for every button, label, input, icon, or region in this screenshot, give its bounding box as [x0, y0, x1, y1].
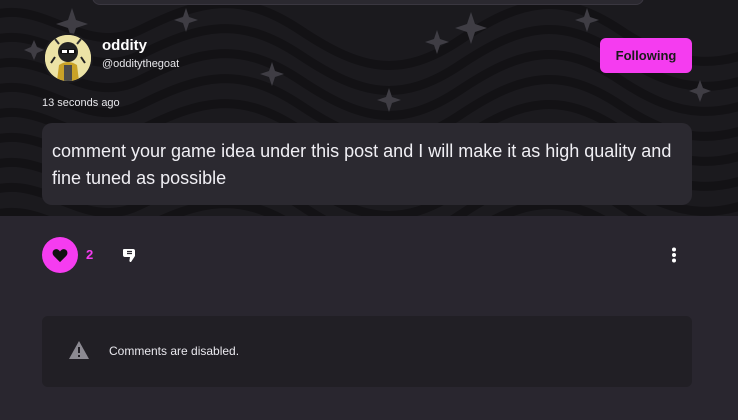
goat-avatar-icon [45, 35, 91, 81]
comments-disabled-text: Comments are disabled. [109, 344, 240, 358]
author-handle[interactable]: @odditythegoat [102, 58, 179, 70]
author-name[interactable]: oddity [102, 37, 147, 54]
comments-disabled-notice: Comments are disabled. [42, 316, 692, 387]
post-timestamp: 13 seconds ago [42, 97, 120, 109]
post-body: comment your game idea under this post a… [42, 123, 692, 205]
like-count: 2 [86, 247, 94, 262]
dislike-button[interactable] [119, 244, 141, 266]
author-avatar[interactable] [43, 33, 93, 83]
following-button[interactable]: Following [600, 38, 692, 73]
warning-icon [69, 341, 89, 359]
heart-icon [52, 248, 68, 262]
more-options-button[interactable] [664, 244, 684, 266]
more-vertical-icon [672, 247, 676, 263]
top-bar [92, 0, 644, 5]
like-button[interactable] [42, 237, 78, 273]
thumbs-down-icon [123, 249, 135, 262]
